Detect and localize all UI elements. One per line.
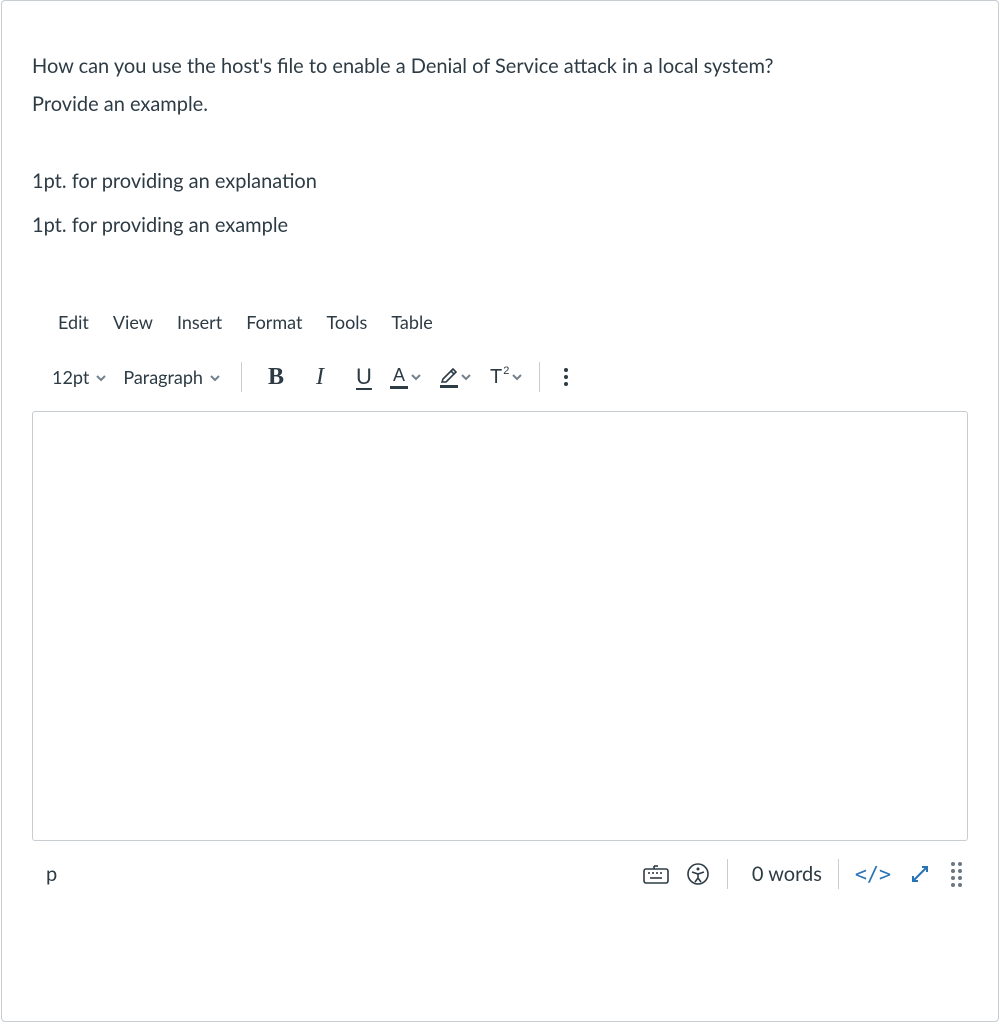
question-line-1: How can you use the host's file to enabl… <box>32 51 968 81</box>
font-size-value: 12pt <box>52 366 89 388</box>
menu-edit[interactable]: Edit <box>46 307 101 337</box>
rubric: 1pt. for providing an explanation 1pt. f… <box>32 169 968 237</box>
text-color-dropdown[interactable]: A <box>388 366 424 389</box>
fullscreen-button[interactable] <box>903 859 937 889</box>
editor-toolbar: 12pt Paragraph B I U <box>32 347 968 411</box>
highlight-color-dropdown[interactable] <box>438 367 474 388</box>
chevron-down-icon <box>511 371 523 383</box>
rubric-line-1: 1pt. for providing an explanation <box>32 169 968 193</box>
rich-text-editor: Edit View Insert Format Tools Table 12pt… <box>32 297 968 899</box>
italic-button[interactable]: I <box>300 359 340 395</box>
question-text: How can you use the host's file to enabl… <box>32 51 968 119</box>
block-format-value: Paragraph <box>123 366 203 388</box>
chevron-down-icon <box>209 366 221 388</box>
toolbar-separator <box>539 362 540 392</box>
element-path[interactable]: p <box>46 862 57 886</box>
question-line-2: Provide an example. <box>32 89 968 119</box>
chevron-down-icon <box>410 371 422 383</box>
rubric-line-2: 1pt. for providing an example <box>32 213 968 237</box>
block-format-dropdown[interactable]: Paragraph <box>117 362 227 392</box>
html-view-toggle[interactable]: </> <box>855 862 891 886</box>
accessibility-checker-button[interactable] <box>681 859 715 889</box>
toolbar-separator <box>241 362 242 392</box>
word-count[interactable]: 0 words <box>752 862 822 886</box>
menu-insert[interactable]: Insert <box>165 307 234 337</box>
text-color-icon: A <box>390 366 408 389</box>
menu-table[interactable]: Table <box>379 307 444 337</box>
question-area: How can you use the host's file to enabl… <box>2 1 998 267</box>
menu-tools[interactable]: Tools <box>314 307 379 337</box>
superscript-icon: T2 <box>490 366 509 389</box>
menu-view[interactable]: View <box>101 307 165 337</box>
keyboard-shortcuts-button[interactable] <box>639 859 673 889</box>
resize-handle[interactable] <box>951 862 962 887</box>
chevron-down-icon <box>95 366 107 388</box>
underline-icon: U <box>356 364 372 390</box>
underline-button[interactable]: U <box>344 359 384 395</box>
editor-menubar: Edit View Insert Format Tools Table <box>32 297 968 347</box>
chevron-down-icon <box>460 371 472 383</box>
question-card: How can you use the host's file to enabl… <box>1 0 999 1022</box>
font-size-dropdown[interactable]: 12pt <box>46 362 113 392</box>
menu-format[interactable]: Format <box>234 307 314 337</box>
highlighter-icon <box>440 367 458 388</box>
more-options-button[interactable] <box>554 368 578 386</box>
italic-icon: I <box>316 364 324 391</box>
superscript-dropdown[interactable]: T2 <box>488 366 525 389</box>
statusbar-separator <box>727 859 728 889</box>
bold-button[interactable]: B <box>256 359 296 395</box>
statusbar-separator <box>838 859 839 889</box>
bold-icon: B <box>268 364 284 391</box>
editor-content-area[interactable] <box>32 411 968 841</box>
editor-statusbar: p <box>32 841 968 899</box>
